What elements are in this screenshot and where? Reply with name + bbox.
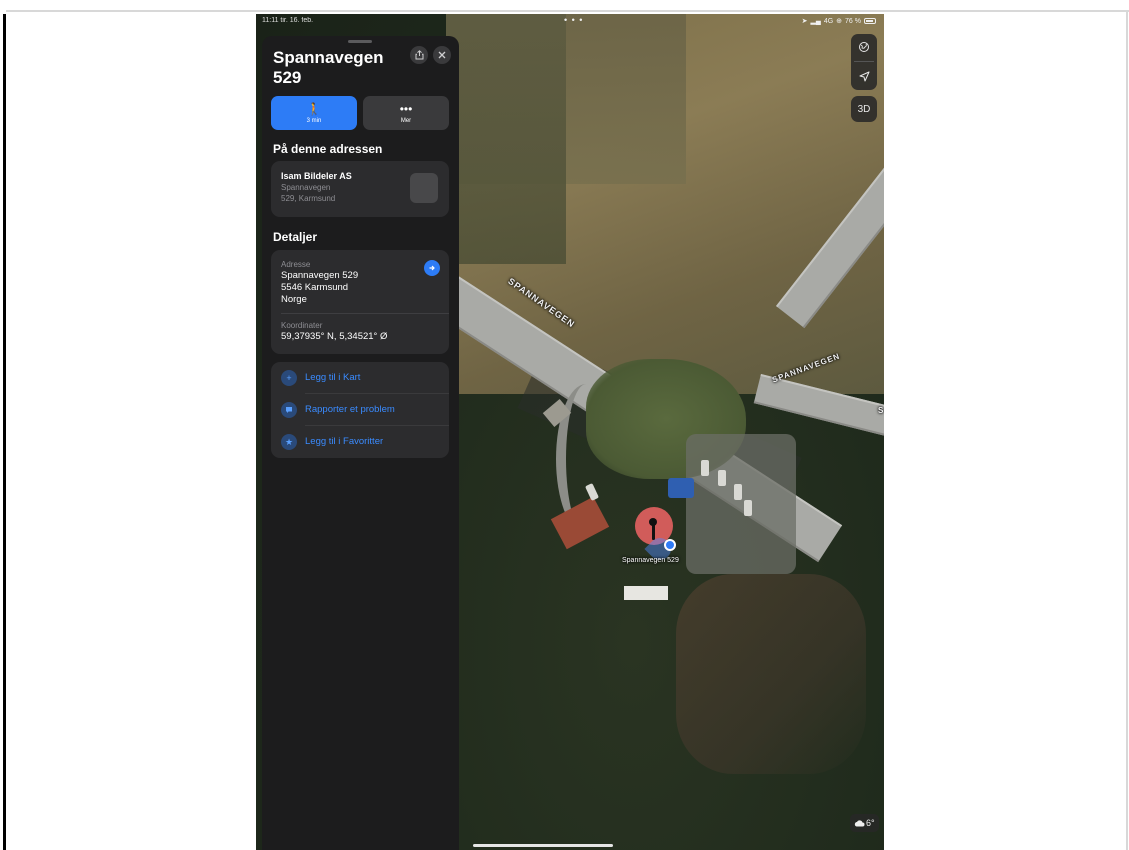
status-indicators: ➤ ▂▄ 4G ⊕ 76 % bbox=[802, 17, 876, 25]
business-address-line: 529, Karmsund bbox=[281, 194, 336, 203]
multitasking-dots-icon[interactable]: • • • bbox=[564, 15, 583, 25]
location-arrow-icon[interactable] bbox=[851, 63, 877, 89]
coordinates-value[interactable]: 59,37935° N, 5,34521° Ø bbox=[281, 331, 387, 343]
business-address-line: Spannavegen bbox=[281, 183, 331, 192]
address-label: Adresse bbox=[281, 260, 311, 269]
location-services-icon: ➤ bbox=[801, 18, 808, 25]
speech-bubble-icon bbox=[281, 402, 297, 418]
star-icon: ★ bbox=[281, 434, 297, 450]
parked-car bbox=[734, 484, 742, 500]
parked-car bbox=[744, 500, 752, 516]
temperature: 6° bbox=[866, 818, 875, 828]
frame-right-border bbox=[1126, 10, 1128, 850]
battery-icon bbox=[864, 18, 876, 24]
pin-dot bbox=[649, 518, 657, 526]
white-roof-building bbox=[624, 586, 668, 600]
actions-card: + Legg til i Kart Rapporter et problem ★… bbox=[271, 362, 449, 458]
place-title: Spannavegen 529 bbox=[273, 48, 384, 87]
more-label: Mer bbox=[400, 117, 412, 124]
pin-label: Spannavegen 529 bbox=[622, 557, 679, 564]
home-indicator[interactable] bbox=[473, 844, 613, 847]
parked-car bbox=[718, 470, 726, 486]
share-icon bbox=[415, 50, 423, 60]
road-label-edge: S bbox=[878, 406, 884, 415]
3d-toggle-button[interactable]: 3D bbox=[851, 96, 877, 122]
gravel-yard bbox=[686, 434, 796, 574]
rocky-slope bbox=[676, 574, 866, 774]
signal-icon: ▂▄ bbox=[810, 18, 821, 25]
add-favorite-row[interactable]: ★ Legg til i Favoritter bbox=[271, 426, 449, 458]
share-button[interactable] bbox=[410, 46, 428, 64]
battery-percent: 76 % bbox=[845, 17, 861, 25]
coordinates-label: Koordinater bbox=[281, 321, 323, 330]
directions-icon[interactable] bbox=[424, 260, 440, 276]
cloud-icon bbox=[854, 820, 865, 827]
report-problem-label: Rapporter et problem bbox=[305, 404, 395, 415]
plus-icon: + bbox=[281, 370, 297, 386]
screenshot-frame: SPANNAVEGEN SPANNAVEGEN S Spannavegen 52… bbox=[0, 0, 1129, 850]
alarm-icon: ⊕ bbox=[836, 18, 843, 25]
frame-top-border bbox=[6, 10, 1129, 12]
at-address-heading: På denne adressen bbox=[273, 142, 383, 156]
network-type: 4G bbox=[823, 17, 834, 25]
weather-badge: 6° bbox=[850, 814, 879, 832]
blue-tarp bbox=[668, 478, 694, 498]
business-name: Isam Bildeler AS bbox=[281, 171, 352, 181]
ipad-screen: SPANNAVEGEN SPANNAVEGEN S Spannavegen 52… bbox=[256, 14, 884, 850]
globe-icon[interactable] bbox=[851, 34, 877, 60]
frame-left-border bbox=[3, 14, 6, 850]
close-icon bbox=[438, 51, 446, 59]
report-problem-row[interactable]: Rapporter et problem bbox=[271, 394, 449, 426]
business-card[interactable]: Isam Bildeler AS Spannavegen 529, Karmsu… bbox=[271, 161, 449, 217]
close-button[interactable] bbox=[433, 46, 451, 64]
status-bar: 11:11 tir. 16. feb. • • • ➤ ▂▄ 4G ⊕ 76 % bbox=[256, 14, 884, 28]
ellipsis-icon: ••• bbox=[399, 101, 413, 116]
control-divider bbox=[854, 61, 874, 62]
walk-duration: 3 min bbox=[306, 117, 322, 124]
add-to-maps-label: Legg til i Kart bbox=[305, 372, 361, 383]
address-value[interactable]: Spannavegen 529 5546 Karmsund Norge bbox=[281, 270, 358, 306]
tree-line bbox=[446, 14, 566, 264]
parked-car bbox=[701, 460, 709, 476]
walking-person-icon: 🚶 bbox=[306, 101, 322, 116]
walking-directions-button[interactable]: 🚶 3 min bbox=[271, 96, 357, 130]
status-time: 11:11 tir. 16. feb. bbox=[262, 17, 314, 24]
details-card: Adresse Spannavegen 529 5546 Karmsund No… bbox=[271, 250, 449, 354]
add-to-maps-row[interactable]: + Legg til i Kart bbox=[271, 362, 449, 394]
place-card-panel: Spannavegen 529 🚶 3 min ••• Mer På denne… bbox=[262, 36, 459, 850]
details-divider bbox=[281, 313, 449, 314]
add-favorite-label: Legg til i Favoritter bbox=[305, 436, 384, 447]
current-location-dot-icon[interactable] bbox=[664, 539, 676, 551]
details-heading: Detaljer bbox=[273, 230, 318, 244]
panel-grabber[interactable] bbox=[348, 40, 372, 43]
more-button[interactable]: ••• Mer bbox=[363, 96, 449, 130]
business-thumbnail bbox=[410, 173, 438, 203]
